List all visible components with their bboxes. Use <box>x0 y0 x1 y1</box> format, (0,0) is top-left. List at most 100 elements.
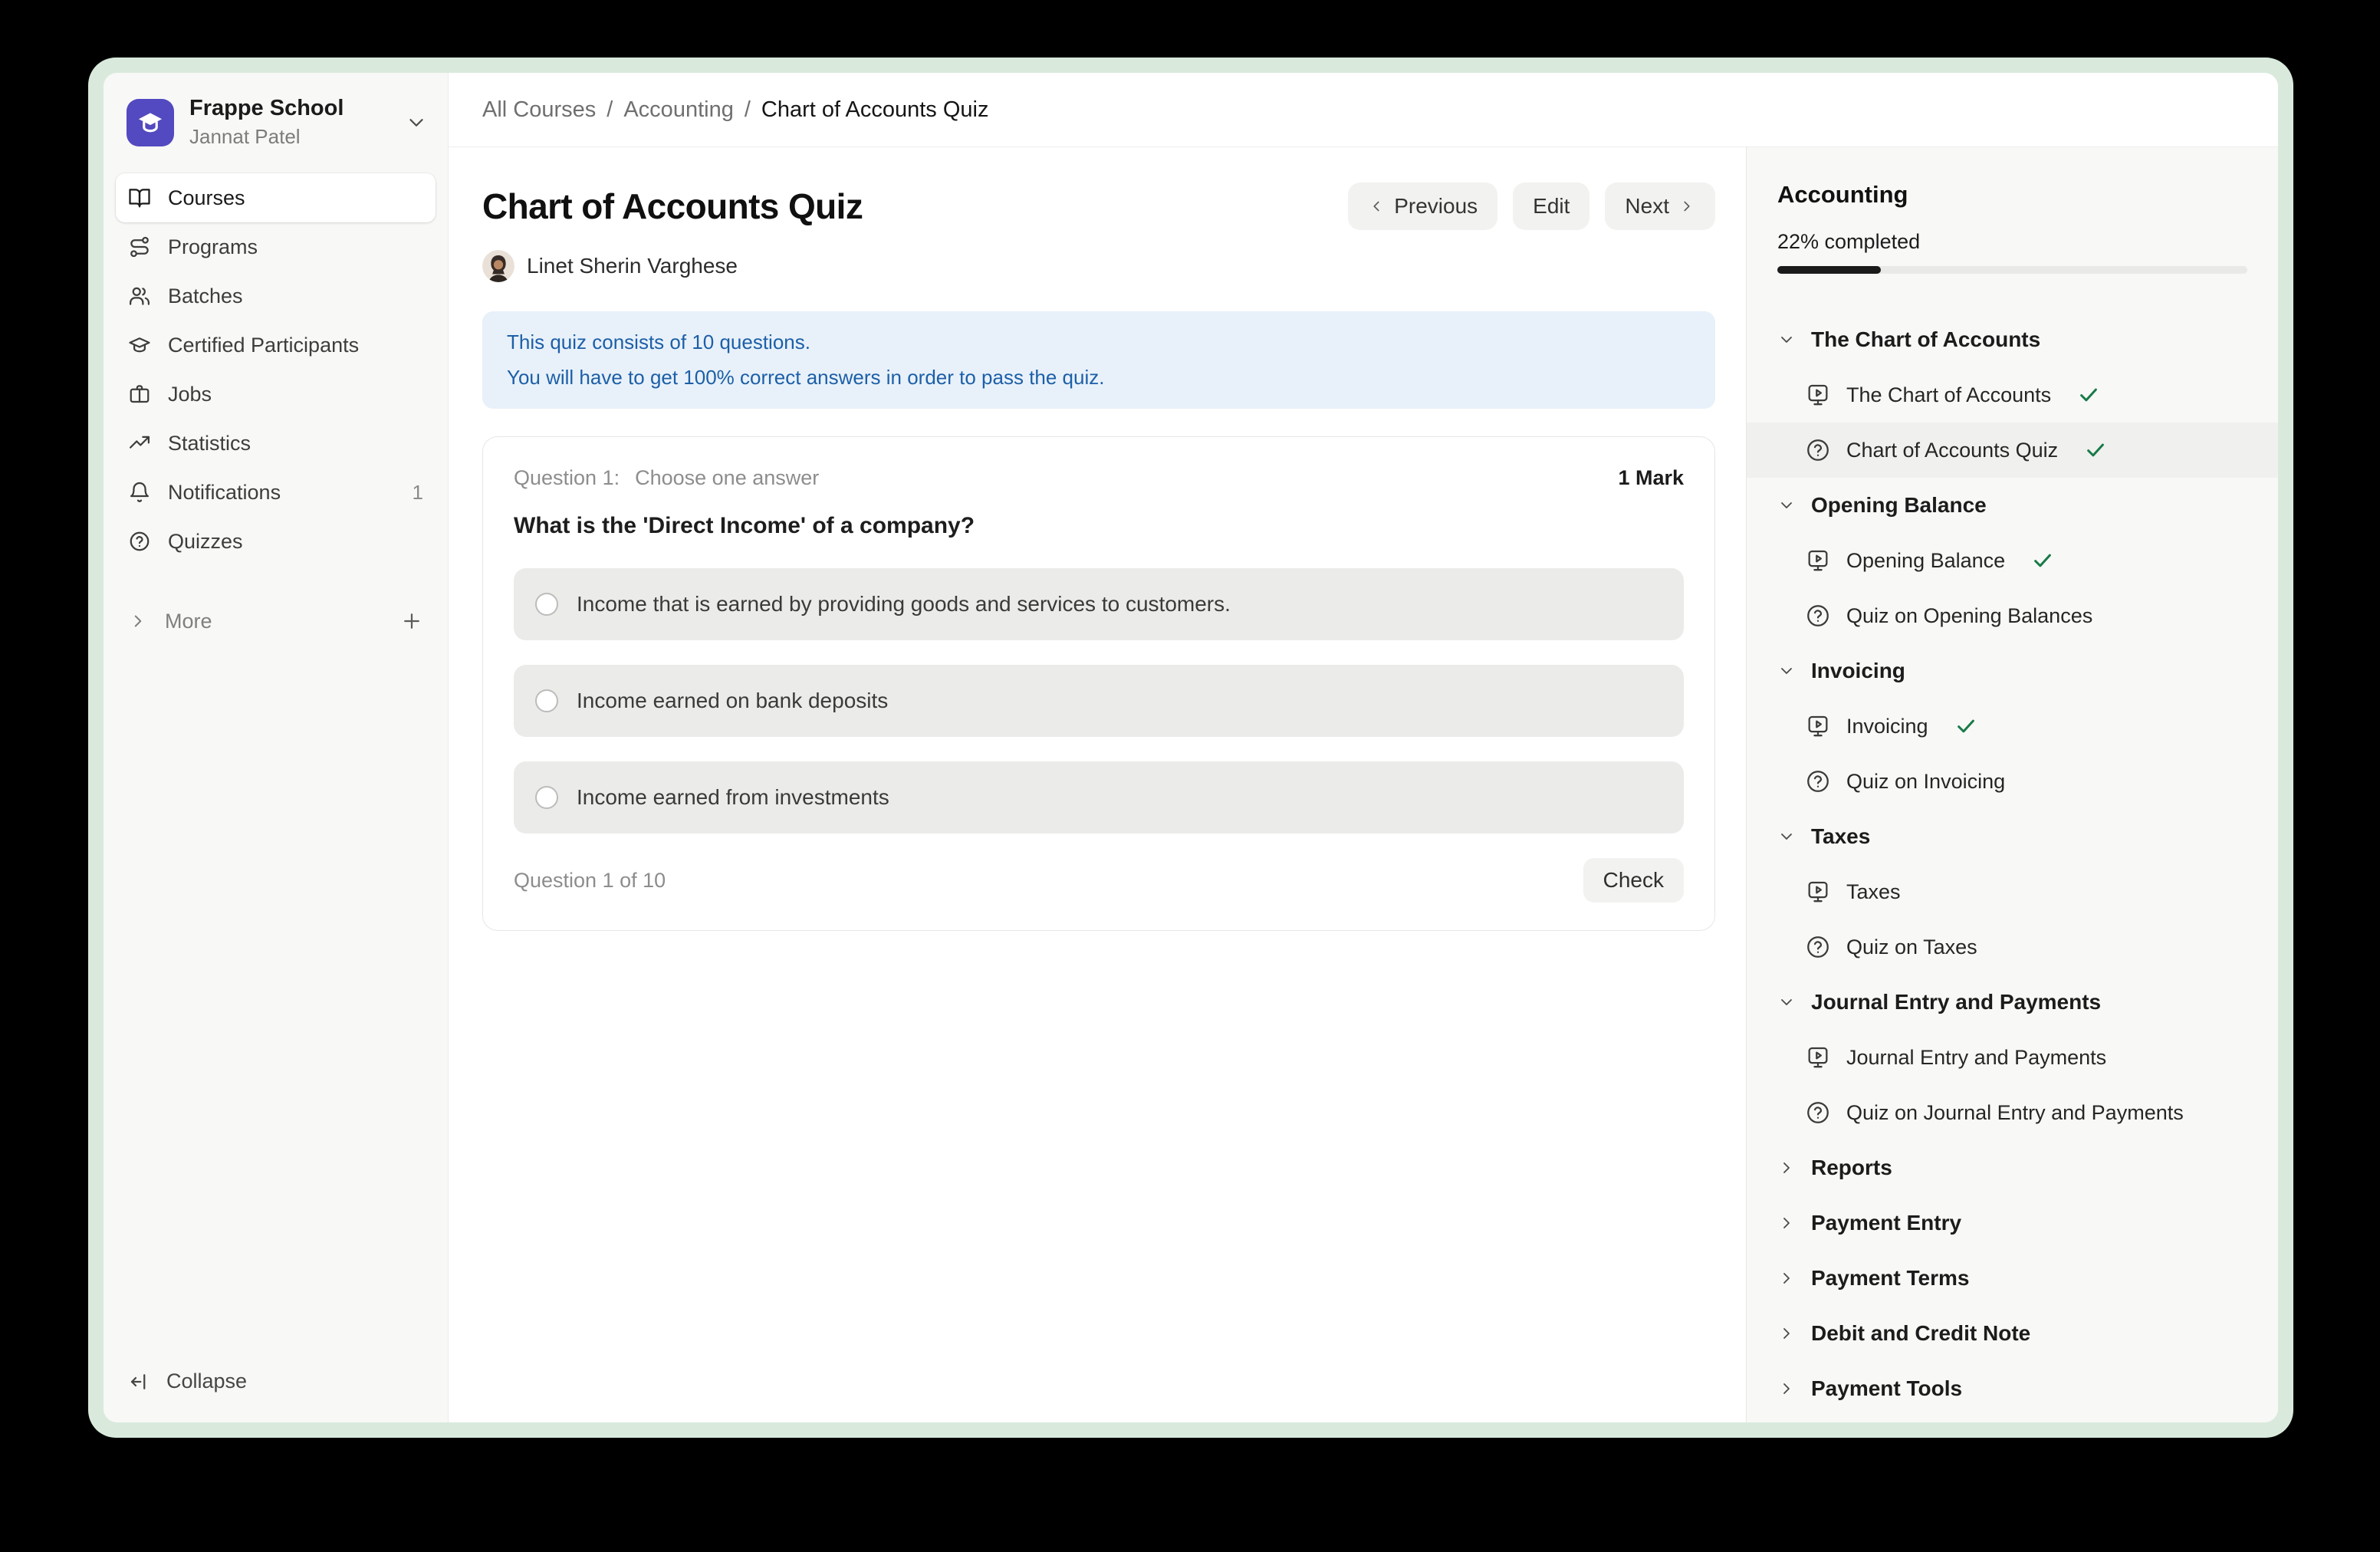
sidebar-item-label: Statistics <box>168 432 251 455</box>
sidebar-item-label: Certified Participants <box>168 334 359 357</box>
chevron-down-icon <box>1777 662 1796 680</box>
quiz-chart-of-accounts-quiz[interactable]: Chart of Accounts Quiz <box>1747 423 2278 478</box>
previous-label: Previous <box>1394 194 1478 219</box>
quiz-label: Chart of Accounts Quiz <box>1846 439 2058 462</box>
chapter-journal-entry-and-payments[interactable]: Journal Entry and Payments <box>1747 975 2278 1030</box>
chapter-title: The Chart of Accounts <box>1811 327 2040 352</box>
chapter-payment-entry[interactable]: Payment Entry <box>1747 1195 2278 1251</box>
sidebar-nav: Courses Programs Batches Certified Parti… <box>104 173 448 646</box>
chapter-payment-terms[interactable]: Payment Terms <box>1747 1251 2278 1306</box>
book-open-icon <box>128 186 151 209</box>
previous-button[interactable]: Previous <box>1348 182 1497 230</box>
quiz-notice: This quiz consists of 10 questions. You … <box>482 311 1715 409</box>
quiz-on-journal-entry-and-payments[interactable]: Quiz on Journal Entry and Payments <box>1747 1085 2278 1140</box>
quiz-label: Quiz on Invoicing <box>1846 770 2005 794</box>
chapter-the-chart-of-accounts[interactable]: The Chart of Accounts <box>1747 312 2278 367</box>
chapter-title: Taxes <box>1811 824 1870 849</box>
lesson-label: The Chart of Accounts <box>1846 383 2051 407</box>
chapter-opening-balance[interactable]: Opening Balance <box>1747 478 2278 533</box>
quiz-icon <box>1805 934 1831 960</box>
chapter-invoicing[interactable]: Invoicing <box>1747 643 2278 699</box>
sidebar-item-label: Quizzes <box>168 530 243 554</box>
window-frame: Frappe School Jannat Patel Courses Progr… <box>88 58 2293 1438</box>
answer-options: Income that is earned by providing goods… <box>514 568 1684 834</box>
users-icon <box>128 284 151 307</box>
breadcrumb-separator: / <box>607 97 613 123</box>
quiz-icon <box>1805 768 1831 794</box>
answer-option-3[interactable]: Income earned from investments <box>514 761 1684 834</box>
edit-button[interactable]: Edit <box>1513 182 1589 230</box>
sidebar-collapse-button[interactable]: Collapse <box>104 1370 448 1422</box>
chapter-debit-and-credit-note[interactable]: Debit and Credit Note <box>1747 1306 2278 1361</box>
more-label: More <box>165 610 212 633</box>
chevron-right-icon <box>128 611 148 631</box>
next-button[interactable]: Next <box>1605 182 1715 230</box>
workspace-switcher[interactable]: Frappe School Jannat Patel <box>104 73 448 166</box>
sidebar-item-label: Batches <box>168 284 243 308</box>
route-icon <box>128 235 151 258</box>
option-label: Income earned on bank deposits <box>577 689 888 713</box>
quiz-on-taxes[interactable]: Quiz on Taxes <box>1747 919 2278 975</box>
chapter-title: Payment Tools <box>1811 1376 1962 1401</box>
sidebar-item-courses[interactable]: Courses <box>116 173 436 222</box>
graduation-cap-icon <box>128 334 151 357</box>
lesson-icon <box>1805 713 1831 739</box>
sidebar-item-batches[interactable]: Batches <box>116 271 436 321</box>
option-label: Income that is earned by providing goods… <box>577 592 1231 617</box>
lesson-invoicing[interactable]: Invoicing <box>1747 699 2278 754</box>
frappe-school-logo <box>127 99 174 146</box>
graduation-cap-icon <box>136 108 165 137</box>
sidebar-item-jobs[interactable]: Jobs <box>116 370 436 419</box>
radio-button[interactable] <box>535 786 558 809</box>
edit-label: Edit <box>1533 194 1570 219</box>
question-number-label: Question 1: <box>514 466 620 490</box>
sidebar-item-label: Jobs <box>168 383 212 406</box>
breadcrumb-all-courses[interactable]: All Courses <box>482 97 596 123</box>
chevron-right-icon <box>1777 1269 1796 1287</box>
lesson-journal-entry-and-payments[interactable]: Journal Entry and Payments <box>1747 1030 2278 1085</box>
sidebar-item-statistics[interactable]: Statistics <box>116 419 436 468</box>
chevron-down-icon <box>1777 993 1796 1011</box>
chapter-reports[interactable]: Reports <box>1747 1140 2278 1195</box>
sidebar-item-programs[interactable]: Programs <box>116 222 436 271</box>
sidebar-item-certified-participants[interactable]: Certified Participants <box>116 321 436 370</box>
lesson-opening-balance[interactable]: Opening Balance <box>1747 533 2278 588</box>
chapter-title: Journal Entry and Payments <box>1811 990 2101 1014</box>
course-outline-list: The Chart of Accounts The Chart of Accou… <box>1747 312 2278 1422</box>
chapter-payment-tools[interactable]: Payment Tools <box>1747 1361 2278 1416</box>
breadcrumb-accounting[interactable]: Accounting <box>623 97 734 123</box>
radio-button[interactable] <box>535 689 558 712</box>
chevron-down-icon <box>405 111 428 134</box>
lesson-the-chart-of-accounts[interactable]: The Chart of Accounts <box>1747 367 2278 423</box>
main-header: Chart of Accounts Quiz Previous Edit Nex… <box>482 182 1715 230</box>
lesson-icon <box>1805 879 1831 905</box>
answer-option-1[interactable]: Income that is earned by providing goods… <box>514 568 1684 640</box>
author-name: Linet Sherin Varghese <box>527 254 738 278</box>
chevron-right-icon <box>1777 1214 1796 1232</box>
main-panel: Chart of Accounts Quiz Previous Edit Nex… <box>449 147 1746 1422</box>
workspace-meta: Frappe School Jannat Patel <box>189 96 344 149</box>
chevron-right-icon <box>1678 198 1695 215</box>
check-button[interactable]: Check <box>1583 858 1684 903</box>
answer-option-2[interactable]: Income earned on bank deposits <box>514 665 1684 737</box>
course-progress-fill <box>1777 266 1881 274</box>
radio-button[interactable] <box>535 593 558 616</box>
chevron-left-icon <box>1368 198 1385 215</box>
question-text: What is the 'Direct Income' of a company… <box>514 513 1684 539</box>
chapter-taxes[interactable]: Taxes <box>1747 809 2278 864</box>
plus-icon[interactable] <box>400 610 423 633</box>
chevron-down-icon <box>1777 330 1796 349</box>
sidebar-item-quizzes[interactable]: Quizzes <box>116 517 436 566</box>
lesson-taxes[interactable]: Taxes <box>1747 864 2278 919</box>
quiz-on-opening-balances[interactable]: Quiz on Opening Balances <box>1747 588 2278 643</box>
sidebar-item-notifications[interactable]: Notifications 1 <box>116 468 436 517</box>
breadcrumb-current: Chart of Accounts Quiz <box>761 97 989 123</box>
trending-up-icon <box>128 432 151 455</box>
question-instruction: Choose one answer <box>635 466 819 490</box>
sidebar-more[interactable]: More <box>116 597 436 646</box>
quiz-label: Quiz on Journal Entry and Payments <box>1846 1101 2184 1125</box>
next-label: Next <box>1625 194 1669 219</box>
lesson-label: Opening Balance <box>1846 549 2005 573</box>
lesson-icon <box>1805 382 1831 408</box>
quiz-on-invoicing[interactable]: Quiz on Invoicing <box>1747 754 2278 809</box>
